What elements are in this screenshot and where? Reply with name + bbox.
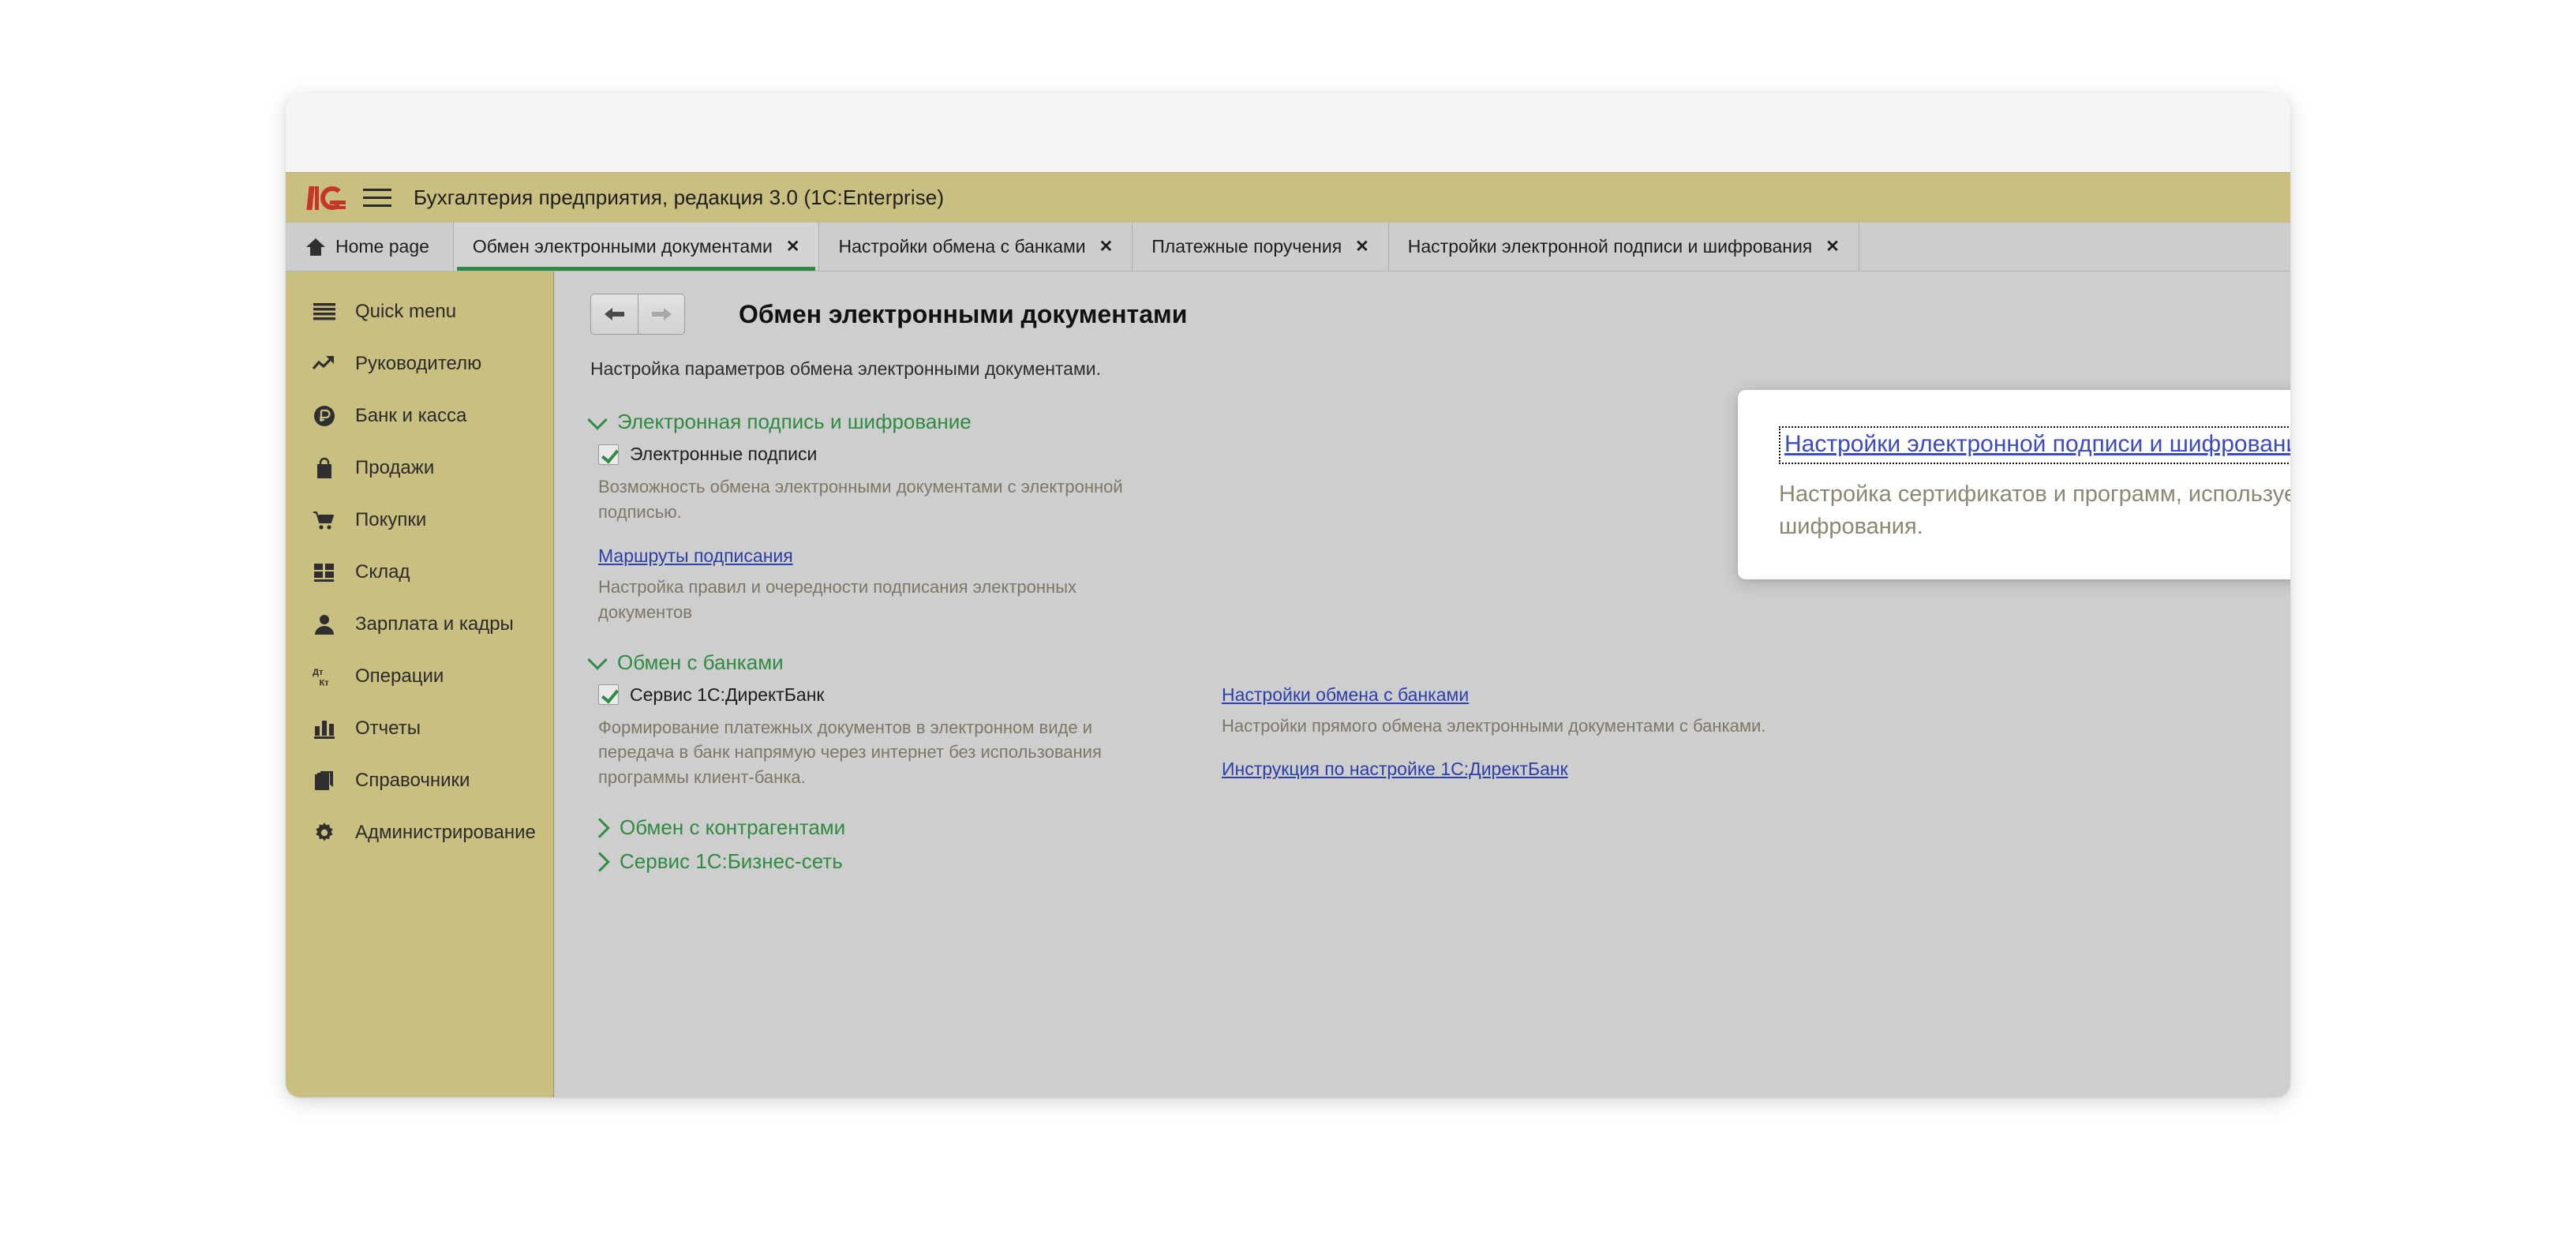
sidebar-item-otchety[interactable]: Отчеты xyxy=(286,703,553,755)
checkbox-electronic-signatures[interactable]: Электронные подписи xyxy=(598,444,1190,465)
gear-icon xyxy=(313,821,336,845)
page-subtitle: Настройка параметров обмена электронными… xyxy=(590,358,1102,379)
trend-arrow-icon xyxy=(313,352,336,376)
tab-close-icon[interactable]: ✕ xyxy=(1355,237,1369,257)
link-bank-exchange-settings[interactable]: Настройки обмена с банками xyxy=(1222,684,1469,706)
sidebar-item-label: Операции xyxy=(355,665,444,687)
section-counterparty-exchange: Обмен с контрагентами xyxy=(590,815,2290,840)
tab-close-icon[interactable]: ✕ xyxy=(1099,237,1114,257)
content-header: Обмен электронными документами xyxy=(590,294,2290,335)
sidebar-item-label: Зарплата и кадры xyxy=(355,613,514,635)
back-button[interactable] xyxy=(591,294,638,334)
shopping-bag-icon xyxy=(313,456,336,480)
sidebar-item-administrirovanie[interactable]: Администрирование xyxy=(286,807,553,859)
section-business-network: Сервис 1С:Бизнес-сеть xyxy=(590,849,2290,874)
sidebar-item-label: Руководителю xyxy=(355,353,482,374)
window-chrome-strip xyxy=(286,93,2290,172)
arrow-left-icon xyxy=(604,308,624,320)
checkbox-checked-icon[interactable] xyxy=(598,684,619,706)
section-title: Электронная подпись и шифрование xyxy=(617,410,972,433)
popup-link-signature-encryption-settings[interactable]: Настройки электронной подписи и шифрован… xyxy=(1784,431,2290,457)
sidebar-item-label: Продажи xyxy=(355,457,435,478)
link-directbank-instruction[interactable]: Инструкция по настройке 1С:ДиректБанк xyxy=(1222,759,1568,780)
checkbox-directbank-service[interactable]: Сервис 1С:ДиректБанк xyxy=(598,684,1190,706)
debit-credit-icon: Дт Кт xyxy=(313,665,336,688)
person-icon xyxy=(313,613,336,636)
focused-link-outline: Настройки электронной подписи и шифрован… xyxy=(1779,426,2290,464)
section-header-bank-exchange[interactable]: Обмен с банками xyxy=(587,650,2290,675)
sidebar-item-label: Справочники xyxy=(355,770,470,791)
title-bar: Бухгалтерия предприятия, редакция 3.0 (1… xyxy=(286,172,2290,223)
section-title: Сервис 1С:Бизнес-сеть xyxy=(620,849,843,874)
link-description: Настройки прямого обмена электронными до… xyxy=(1222,715,1766,736)
forward-button[interactable] xyxy=(638,294,684,334)
app-title: Бухгалтерия предприятия, редакция 3.0 (1… xyxy=(414,185,945,209)
books-icon xyxy=(313,769,336,792)
bar-chart-icon xyxy=(313,717,336,740)
sidebar-item-prodazhi[interactable]: Продажи xyxy=(286,442,553,494)
svg-text:Дт: Дт xyxy=(313,668,324,677)
tab-strip: Home page Обмен электронными документами… xyxy=(286,223,2290,272)
home-icon xyxy=(306,238,325,256)
main-content: Обмен электронными документами Настройка… xyxy=(554,272,2290,1097)
1c-logo-icon xyxy=(306,185,347,212)
hamburger-icon xyxy=(313,300,336,324)
section-title: Обмен с контрагентами xyxy=(620,815,846,840)
sidebar-item-spravochniki[interactable]: Справочники xyxy=(286,755,553,807)
page-title: Обмен электронными документами xyxy=(739,299,1188,328)
sidebar-item-label: Отчеты xyxy=(355,718,421,739)
window-body: Quick menu Руководителю Банк и касса Про… xyxy=(286,272,2290,1097)
chevron-down-icon xyxy=(587,409,608,430)
checkbox-description: Возможность обмена электронными документ… xyxy=(598,477,1123,522)
warehouse-grid-icon xyxy=(313,560,336,584)
tab-home-page[interactable]: Home page xyxy=(286,223,454,271)
link-signing-routes[interactable]: Маршруты подписания xyxy=(598,545,793,567)
checkbox-checked-icon[interactable] xyxy=(598,444,619,465)
section-title: Обмен с банками xyxy=(617,650,784,674)
tab-bank-exchange-settings[interactable]: Настройки обмена с банками ✕ xyxy=(819,223,1133,271)
chevron-right-icon xyxy=(590,818,610,838)
section-header-business-network[interactable]: Сервис 1С:Бизнес-сеть xyxy=(590,849,2290,874)
sidebar-item-operacii[interactable]: Дт Кт Операции xyxy=(286,650,553,703)
sidebar-item-label: Склад xyxy=(355,561,410,583)
tab-label: Home page xyxy=(335,236,429,257)
checkbox-label: Электронные подписи xyxy=(630,444,818,464)
tab-close-icon[interactable]: ✕ xyxy=(786,237,800,257)
link-description: Настройка правил и очередности подписани… xyxy=(598,576,1077,622)
arrow-right-icon xyxy=(652,308,672,320)
chevron-right-icon xyxy=(590,852,610,872)
shopping-cart-icon xyxy=(313,508,336,532)
tab-label: Настройки электронной подписи и шифрован… xyxy=(1407,236,1813,257)
checkbox-label: Сервис 1С:ДиректБанк xyxy=(630,684,825,705)
tab-exchange-electronic-documents[interactable]: Обмен электронными документами ✕ xyxy=(453,223,820,271)
tab-signature-encryption-settings[interactable]: Настройки электронной подписи и шифрован… xyxy=(1388,223,1859,271)
tab-label: Настройки обмена с банками xyxy=(838,236,1086,257)
navigation-buttons xyxy=(590,294,685,335)
sidebar-item-bank-i-kassa[interactable]: Банк и касса xyxy=(286,390,553,442)
sidebar-item-quick-menu[interactable]: Quick menu xyxy=(286,286,553,338)
tab-close-icon[interactable]: ✕ xyxy=(1825,237,1840,257)
sidebar-item-label: Администрирование xyxy=(355,822,536,843)
section-header-counterparty-exchange[interactable]: Обмен с контрагентами xyxy=(590,815,2290,840)
tab-payment-orders[interactable]: Платежные поручения ✕ xyxy=(1133,223,1389,271)
sidebar-item-rukovoditelyu[interactable]: Руководителю xyxy=(286,338,553,390)
popup-description: Настройка сертификатов и программ, испол… xyxy=(1779,481,2290,540)
sidebar-item-label: Quick menu xyxy=(355,301,457,322)
ruble-coin-icon xyxy=(313,404,336,428)
sidebar-item-label: Покупки xyxy=(355,509,427,530)
checkbox-description: Формирование платежных документов в элек… xyxy=(598,717,1102,788)
tab-label: Обмен электронными документами xyxy=(472,236,773,257)
sidebar-item-zarplata-i-kadry[interactable]: Зарплата и кадры xyxy=(286,598,553,650)
main-menu-icon[interactable] xyxy=(363,186,395,210)
sidebar-item-sklad[interactable]: Склад xyxy=(286,546,553,598)
sidebar-item-label: Банк и касса xyxy=(355,405,467,426)
section-bank-exchange: Обмен с банками Сервис 1С:ДиректБанк Фор… xyxy=(587,650,2290,811)
tab-label: Платежные поручения xyxy=(1151,236,1342,257)
sidebar: Quick menu Руководителю Банк и касса Про… xyxy=(286,272,554,1097)
app-window: Бухгалтерия предприятия, редакция 3.0 (1… xyxy=(286,93,2290,1097)
chevron-down-icon xyxy=(587,650,608,670)
sidebar-item-pokupki[interactable]: Покупки xyxy=(286,494,553,546)
hint-popup: Настройки электронной подписи и шифрован… xyxy=(1738,390,2290,580)
svg-text:Кт: Кт xyxy=(319,678,329,688)
